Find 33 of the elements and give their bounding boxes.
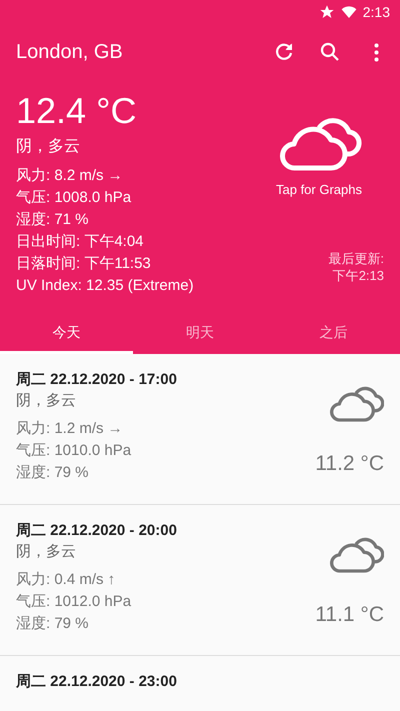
more-icon — [374, 42, 378, 62]
forecast-date: 周二 22.12.2020 - 17:00 — [16, 370, 178, 389]
graphs-link[interactable]: Tap for Graphs — [276, 182, 362, 197]
forecast-detail: 风力: 0.4 m/s ↑ — [16, 570, 116, 590]
day-tab[interactable]: 明天 — [133, 314, 267, 354]
weather-detail: 日落时间: 下午11:53 — [16, 254, 152, 274]
forecast-detail: 气压: 1010.0 hPa — [16, 441, 132, 461]
forecast-date: 周二 22.12.2020 - 23:00 — [16, 672, 178, 691]
weather-detail: UV Index: 12.35 (Extreme) — [16, 276, 195, 296]
weather-detail: 湿度: 71 % — [16, 210, 90, 230]
weather-detail: 气压: 1008.0 hPa — [16, 188, 132, 208]
forecast-detail: 湿度: 79 % — [16, 614, 90, 634]
last-update-text: 下午2:13 — [332, 267, 384, 284]
cloud-icon — [328, 535, 384, 575]
star-icon — [318, 4, 335, 20]
weather-detail: 风力: 8.2 m/s → — [16, 166, 124, 186]
city-title: London, GB — [16, 40, 124, 64]
forecast-detail: 气压: 1012.0 hPa — [16, 592, 132, 612]
last-update-text: 最后更新: — [328, 250, 384, 267]
forecast-description: 阴，多云 — [16, 391, 77, 410]
forecast-temperature: 11.1 °C — [315, 603, 384, 627]
forecast-description: 阴，多云 — [16, 542, 77, 561]
clock: 2:13 — [362, 4, 390, 20]
wifi-icon — [340, 4, 357, 20]
forecast-detail: 风力: 1.2 m/s → — [16, 419, 124, 439]
cloud-icon — [328, 384, 384, 424]
day-tab[interactable]: 之后 — [266, 314, 400, 354]
forecast-date: 周二 22.12.2020 - 20:00 — [16, 521, 178, 540]
weather-detail: 日出时间: 下午4:04 — [16, 232, 145, 252]
current-temperature: 12.4 °C — [16, 90, 138, 132]
weather-description: 阴，多云 — [16, 137, 81, 157]
forecast-detail: 湿度: 79 % — [16, 463, 90, 483]
forecast-temperature: 11.2 °C — [315, 452, 384, 476]
